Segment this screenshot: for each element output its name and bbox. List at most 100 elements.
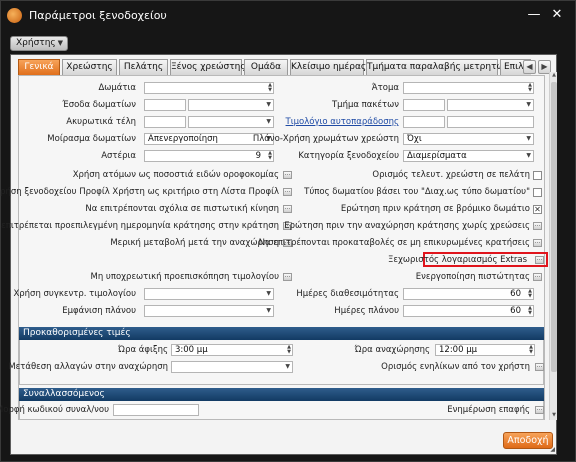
package-part-dropdown[interactable]: ▼ (447, 99, 534, 111)
room-revenue-code[interactable] (144, 99, 186, 111)
plan-color-select[interactable]: Όχι ▼ (403, 133, 534, 145)
code-format-label: Μορφή κωδικού συναλ/νου (0, 405, 109, 415)
plan-color-value: Όχι (407, 134, 422, 144)
arrival-time-value: 3:00 μμ (175, 345, 208, 355)
app-logo-icon (7, 8, 22, 23)
arrival-time-label: Ώρα άφιξης (118, 345, 168, 355)
cancellation-fees-dropdown[interactable]: ▼ (188, 116, 274, 128)
room-share-label: Μοίρασμα δωματίων (47, 134, 136, 144)
tab-general[interactable]: Γενικά (18, 59, 60, 75)
chevron-down-icon: ▼ (57, 39, 63, 47)
chevron-down-icon: ▼ (266, 101, 271, 108)
resize-grip-icon[interactable]: ◢ (550, 446, 555, 453)
counterparty-body: Μορφή κωδικού συναλ/νου Ενημέρωση επαφής… (0, 401, 544, 420)
plan-display-select[interactable]: ▼ (144, 305, 274, 317)
room-type-checkbox[interactable] (533, 188, 542, 197)
stars-field[interactable]: 9 ▲ ▼ (144, 150, 274, 162)
hotel-parameters-window: Παράμετροι ξενοδοχείου — ✕ Χρήστης ▼ Γεν… (0, 0, 576, 462)
tab-group[interactable]: Ομάδα (244, 59, 288, 75)
ellipsis-button[interactable]: ... (533, 222, 542, 230)
dirty-room-checkbox[interactable]: ✕ (533, 205, 542, 214)
plan-days-field[interactable]: 60 ▲ ▼ (403, 305, 534, 317)
user-menu-label: Χρήστης (16, 38, 56, 48)
self-invoice-code[interactable] (403, 116, 445, 128)
ellipsis-button[interactable]: ... (283, 188, 292, 196)
self-invoice-pricelist-link[interactable]: Τιμολόγιο αυτοπαράδοσης (286, 117, 399, 127)
departure-time-label: Ώρα αναχώρησης (354, 345, 430, 355)
minimize-icon[interactable]: — (524, 5, 544, 25)
tab-foreign-debtor[interactable]: Ξένος χρεώστης (170, 59, 246, 75)
predefined-values-body: Ώρα άφιξης 3:00 μμ ▲ ▼ Ώρα αναχώρησης 12:0… (8, 340, 544, 385)
close-icon[interactable]: ✕ (547, 5, 567, 25)
tab-customer[interactable]: Πελάτης (119, 59, 168, 75)
general-tab-content: Δωμάτια ▲ ▼ Άτομα ▲ ▼ Έσοδα δωματίων ▼ Τμή… (0, 75, 548, 420)
option-right-5: Να επιτρέπονται προκαταβολές σε μη επικυ… (258, 238, 530, 248)
counterparty-header: Συναλλασσόμενος (19, 388, 544, 401)
ellipsis-button[interactable]: ... (283, 273, 292, 281)
chevron-down-icon: ▼ (266, 307, 271, 314)
consolidated-invoice-select[interactable]: ▼ (144, 288, 274, 300)
option-left-4: Να επιτρέπεται προεπιλεγμένη ημερομηνία … (0, 221, 279, 231)
spinner-icon: ▲ ▼ (529, 344, 533, 355)
last-debtor-checkbox[interactable] (533, 171, 542, 180)
hotel-category-select[interactable]: Διαμερίσματα ▼ (403, 150, 534, 162)
chevron-down-icon: ▼ (266, 290, 271, 297)
tab-debtor[interactable]: Χρεώστης (62, 59, 117, 75)
availability-days-field[interactable]: 60 ▲ ▼ (403, 288, 534, 300)
titlebar: Παράμετροι ξενοδοχείου — ✕ (1, 1, 575, 31)
plan-color-label: Πλάνο-Χρήση χρωμάτων χρεώστη (252, 134, 399, 144)
tab-cash-receipt-departments[interactable]: Τμήματα παραλαβής μετρητών (366, 59, 509, 75)
rooms-label: Δωμάτια (98, 83, 136, 93)
plan-display-label: Εμφάνιση πλάνου (62, 306, 136, 316)
consolidated-invoice-label: Χρήση συγκεντρ. τιμολογίου (13, 289, 136, 299)
spinner-icon: ▲ ▼ (528, 305, 532, 316)
chevron-down-icon: ▼ (285, 363, 290, 370)
persons-label: Άτομα (371, 83, 399, 93)
window-title: Παράμετροι ξενοδοχείου (29, 9, 167, 22)
ellipsis-button[interactable]: ... (283, 205, 292, 213)
tab-day-close[interactable]: Κλείσιμο ημέρας (290, 59, 366, 75)
scroll-thumb[interactable] (551, 82, 557, 372)
ellipsis-button[interactable]: ... (535, 406, 544, 414)
rooms-field[interactable]: ▲ ▼ (144, 82, 274, 94)
scroll-down-icon[interactable]: ▼ (550, 412, 558, 420)
departure-time-field[interactable]: 12:00 μμ ▲ ▼ (435, 344, 535, 356)
room-revenue-label: Έσοδα δωματίων (62, 100, 136, 110)
vertical-scrollbar[interactable]: ▲ ▼ (549, 72, 557, 420)
plan-days-value: 60 (510, 306, 521, 316)
option-right-2: Τύπος δωματίου βάσει του "Διαχ.ως τύπο δ… (304, 187, 530, 197)
scroll-up-icon[interactable]: ▲ (550, 72, 558, 80)
code-format-field[interactable] (113, 404, 199, 416)
ellipsis-button[interactable]: ... (535, 363, 544, 371)
availability-days-label: Ημέρες διαθεσιμότητας (296, 289, 399, 299)
extras-account-label: Ξεχωριστός λογαριασμός Extras (388, 255, 527, 265)
spinner-icon: ▲ ▼ (528, 288, 532, 299)
persons-field[interactable]: ▲ ▼ (403, 82, 534, 94)
credit-activation-label: Ενεργοποίηση πιστώτητας (415, 272, 530, 282)
option-left-2: Χρήση ξενοδοχείου Προφίλ Χρήστη ως κριτή… (0, 187, 279, 197)
option-right-3: Ερώτηση πριν κράτηση σε βρόμικο δωμάτιο (340, 204, 530, 214)
room-revenue-dropdown[interactable]: ▼ (188, 99, 274, 111)
adults-by-user-label: Ορισμός ενηλίκων από τον χρήστη (381, 362, 530, 372)
spinner-icon: ▲ ▼ (268, 82, 272, 93)
user-menu-dropdown[interactable]: Χρήστης ▼ (10, 36, 68, 51)
option-right-1: Ορισμός τελευτ. χρεώστη σε πελάτη (372, 170, 530, 180)
chevron-down-icon: ▼ (266, 118, 271, 125)
self-invoice-field[interactable] (447, 116, 534, 128)
option-right-4: Ερώτηση πριν την αναχώρηση κράτησης χωρί… (284, 221, 530, 231)
ellipsis-button[interactable]: ... (533, 273, 542, 281)
departure-time-value: 12:00 μμ (439, 345, 478, 355)
change-transfer-label: Μετάθεση αλλαγών στην αναχώρηση (8, 362, 168, 372)
ellipsis-button[interactable]: ... (535, 256, 544, 264)
plan-days-label: Ημέρες πλάνου (334, 306, 399, 316)
ellipsis-button[interactable]: ... (283, 171, 292, 179)
change-transfer-select[interactable]: ▼ (171, 361, 293, 373)
accept-button[interactable]: Αποδοχή (503, 432, 553, 449)
arrival-time-field[interactable]: 3:00 μμ ▲ ▼ (171, 344, 293, 356)
tab-scroll-left-icon[interactable]: ◀ (523, 60, 536, 74)
ellipsis-button[interactable]: ... (533, 239, 542, 247)
predefined-values-header: Προκαθορισμένες τιμές (19, 327, 544, 340)
package-part-code[interactable] (403, 99, 445, 111)
spinner-icon: ▲ ▼ (287, 344, 291, 355)
cancellation-fees-code[interactable] (144, 116, 186, 128)
